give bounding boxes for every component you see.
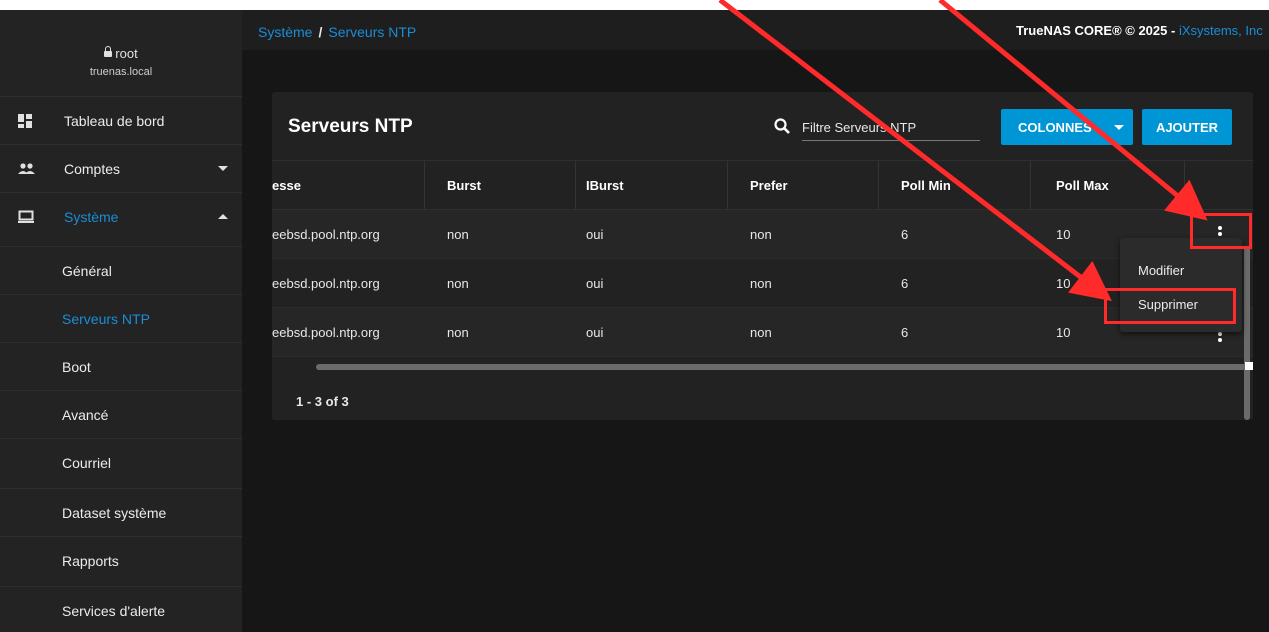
computer-icon [18, 210, 34, 223]
cell-address: eebsd.pool.ntp.org [272, 275, 380, 291]
brand-link[interactable]: iXsystems, Inc [1179, 23, 1263, 38]
sidebar-item-label: Courriel [62, 454, 112, 471]
column-divider [1184, 161, 1185, 209]
table-header: esse Burst IBurst Prefer Poll Min Poll M… [272, 160, 1253, 210]
chevron-down-icon [1113, 124, 1124, 130]
sidebar-item-accounts[interactable]: Comptes [0, 144, 242, 192]
cell-iburst: oui [586, 226, 604, 242]
sidebar-item-label: Dataset système [62, 504, 167, 521]
column-header-iburst[interactable]: IBurst [586, 161, 624, 209]
search-input[interactable] [802, 114, 980, 141]
sidebar-item-label: Tableau de bord [64, 112, 165, 129]
sidebar-item-label: Boot [62, 358, 91, 375]
scrollbar-corner [1245, 362, 1253, 370]
cell-poll-min: 6 [901, 226, 909, 242]
breadcrumb-separator: / [318, 24, 323, 40]
card-header: Serveurs NTP COLONNES AJOUTER [272, 92, 1253, 160]
annotation-highlight-kebab [1190, 213, 1252, 249]
sidebar-subitem-boot[interactable]: Boot [0, 342, 242, 390]
copyright-text: TrueNAS CORE® © 2025 - [1016, 23, 1179, 38]
paginator: 1 - 3 of 3 [296, 394, 349, 409]
sidebar-item-label: Services d'alerte [62, 602, 166, 619]
chevron-down-icon [218, 166, 228, 171]
columns-button-label: COLONNES [1018, 119, 1092, 135]
sidebar-subitem-ntp-servers[interactable]: Serveurs NTP [0, 294, 242, 342]
cell-address: eebsd.pool.ntp.org [272, 324, 380, 340]
column-header-address[interactable]: esse [272, 161, 301, 209]
sidebar-item-label: Système [64, 208, 119, 225]
cell-prefer: non [750, 226, 772, 242]
cell-poll-max: 10 [1056, 324, 1071, 340]
column-header-burst[interactable]: Burst [447, 161, 481, 209]
vertical-scrollbar[interactable] [1244, 246, 1250, 420]
people-icon [18, 163, 35, 174]
sidebar-item-label: Rapports [62, 552, 119, 569]
cell-poll-max: 10 [1056, 226, 1071, 242]
column-header-prefer[interactable]: Prefer [750, 161, 788, 209]
cell-burst: non [447, 226, 469, 242]
columns-button[interactable]: COLONNES [1001, 109, 1133, 145]
column-divider [575, 161, 576, 209]
cell-burst: non [447, 275, 469, 291]
column-divider [1030, 161, 1031, 209]
menu-item-edit[interactable]: Modifier [1120, 252, 1242, 288]
sidebar-subitem-alert-services[interactable]: Services d'alerte [0, 586, 242, 632]
annotation-highlight-delete [1104, 288, 1236, 324]
breadcrumb-parent[interactable]: Système [258, 24, 312, 40]
sidebar-item-label: Général [62, 262, 112, 279]
app-window: root truenas.local Tableau de bord Compt… [0, 10, 1269, 632]
lock-icon [104, 46, 113, 57]
sidebar-subitem-email[interactable]: Courriel [0, 438, 242, 486]
page-title: Serveurs NTP [288, 116, 413, 137]
breadcrumb-current[interactable]: Serveurs NTP [328, 24, 416, 40]
cell-iburst: oui [586, 324, 604, 340]
cell-iburst: oui [586, 275, 604, 291]
sidebar-item-label: Comptes [64, 160, 121, 177]
horizontal-scrollbar[interactable] [316, 364, 1252, 370]
table-row: eebsd.pool.ntp.org non oui non 6 10 [272, 210, 1253, 259]
user-profile: root truenas.local [0, 10, 242, 96]
cell-prefer: non [750, 275, 772, 291]
cell-poll-min: 6 [901, 275, 909, 291]
column-divider [727, 161, 728, 209]
cell-poll-min: 6 [901, 324, 909, 340]
ntp-servers-card: Serveurs NTP COLONNES AJOUTER esse Burst… [272, 92, 1253, 420]
username: root [115, 46, 138, 61]
cell-prefer: non [750, 324, 772, 340]
copyright: TrueNAS CORE® © 2025 - iXsystems, Inc [1016, 23, 1263, 38]
column-divider [878, 161, 879, 209]
column-header-poll-min[interactable]: Poll Min [901, 161, 951, 209]
cell-burst: non [447, 324, 469, 340]
sidebar-item-system[interactable]: Système [0, 192, 242, 240]
column-header-poll-max[interactable]: Poll Max [1056, 161, 1109, 209]
sidebar-subitem-general[interactable]: Général [0, 246, 242, 294]
sidebar-item-label: Serveurs NTP [62, 310, 150, 327]
cell-address: eebsd.pool.ntp.org [272, 226, 380, 242]
dashboard-icon [18, 114, 32, 128]
sidebar-item-label: Avancé [62, 406, 109, 423]
top-bar: Système / Serveurs NTP TrueNAS CORE® © 202… [242, 10, 1269, 50]
cell-poll-max: 10 [1056, 275, 1071, 291]
hostname: truenas.local [89, 66, 153, 78]
column-divider [424, 161, 425, 209]
sidebar-item-dashboard[interactable]: Tableau de bord [0, 96, 242, 144]
search-icon [774, 118, 790, 134]
sidebar-subitem-reports[interactable]: Rapports [0, 536, 242, 584]
sidebar-subitem-advanced[interactable]: Avancé [0, 390, 242, 438]
sidebar: root truenas.local Tableau de bord Compt… [0, 10, 242, 632]
chevron-up-icon [218, 214, 228, 219]
sidebar-subitem-system-dataset[interactable]: Dataset système [0, 488, 242, 536]
breadcrumb: Système / Serveurs NTP [258, 24, 416, 40]
add-button[interactable]: AJOUTER [1142, 109, 1232, 145]
